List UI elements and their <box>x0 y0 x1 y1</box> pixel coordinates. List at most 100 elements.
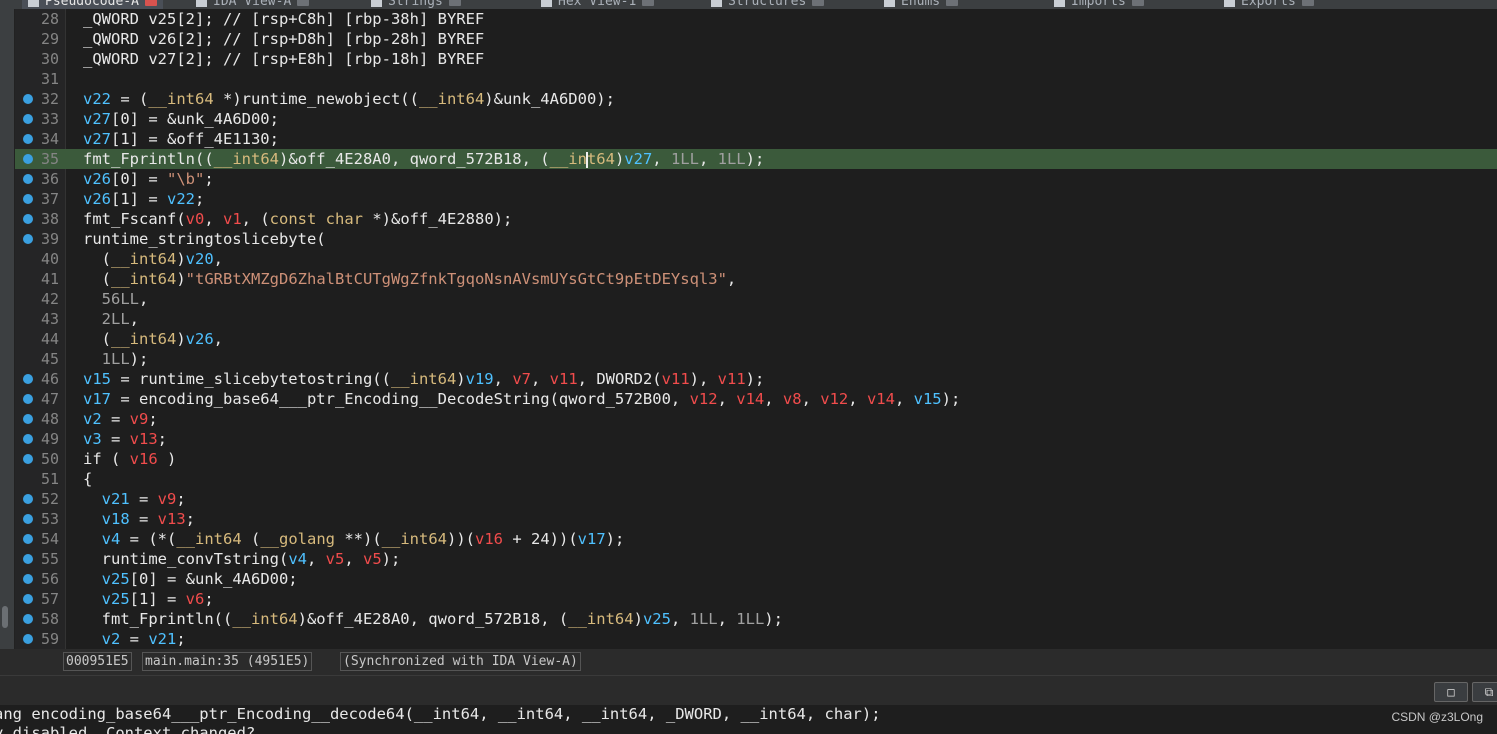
breakpoint-dot-icon[interactable] <box>23 634 33 644</box>
code-line[interactable]: 37 v26[1] = v22; <box>15 189 1497 209</box>
code-line[interactable]: 30 _QWORD v27[2]; // [rsp+E8h] [rbp-18h] … <box>15 49 1497 69</box>
close-icon[interactable] <box>812 0 825 6</box>
graph-icon <box>196 0 207 7</box>
breakpoint-dot-icon[interactable] <box>23 114 33 124</box>
code-text: 56LL, <box>101 290 149 308</box>
tab-label: Exports <box>1241 0 1296 9</box>
code-line[interactable]: 53 v18 = v13; <box>15 509 1497 529</box>
code-line[interactable]: 54 v4 = (*(__int64 (__golang **)(__int64… <box>15 529 1497 549</box>
close-icon[interactable] <box>144 0 157 6</box>
code-line[interactable]: 43 2LL, <box>15 309 1497 329</box>
breakpoint-dot-icon[interactable] <box>23 394 33 404</box>
line-number: 38 <box>40 210 59 228</box>
tab-enums[interactable]: Enums <box>878 0 964 9</box>
breakpoint-dot-icon[interactable] <box>23 554 33 564</box>
code-text: { <box>83 470 93 488</box>
code-text: v2 = v21; <box>101 630 186 648</box>
line-number: 54 <box>40 530 59 548</box>
code-text: fmt_Fscanf(v0, v1, (const char *)&off_4E… <box>83 210 513 228</box>
structures-icon <box>711 0 722 7</box>
code-line[interactable]: 32 v22 = (__int64 *)runtime_newobject((__… <box>15 89 1497 109</box>
restore-icon: ⧉ <box>1484 685 1494 699</box>
breakpoint-dot-icon[interactable] <box>23 174 33 184</box>
line-number: 48 <box>40 410 59 428</box>
breakpoint-dot-icon[interactable] <box>23 134 33 144</box>
code-text: fmt_Fprintln((__int64)&off_4E28A0, qword… <box>83 610 783 628</box>
breakpoint-dot-icon[interactable] <box>23 214 33 224</box>
watermark: CSDN @z3LOng <box>1391 710 1483 724</box>
code-line[interactable]: 59 v2 = v21; <box>15 629 1497 649</box>
code-line[interactable]: 51 { <box>15 469 1497 489</box>
breakpoint-dot-icon[interactable] <box>23 194 33 204</box>
code-line[interactable]: 48 v2 = v9; <box>15 409 1497 429</box>
address-box: 000951E5 <box>63 652 132 671</box>
code-line[interactable]: 31 <box>15 69 1497 89</box>
code-line[interactable]: 41 (__int64)"tGRBtXMZgD6ZhalBtCUTgWgZfnk… <box>15 269 1497 289</box>
tab-exports[interactable]: Exports <box>1218 0 1320 9</box>
code-line[interactable]: 47 v17 = encoding_base64___ptr_Encoding__… <box>15 389 1497 409</box>
tab-hex-view[interactable]: Hex View-1 <box>535 0 660 9</box>
code-line[interactable]: 55 runtime_convTstring(v4, v5, v5); <box>15 549 1497 569</box>
breakpoint-dot-icon[interactable] <box>23 94 33 104</box>
tab-strings[interactable]: Strings <box>365 0 467 9</box>
maximize-button[interactable]: □ <box>1434 682 1468 702</box>
close-icon[interactable] <box>1131 0 1144 6</box>
code-line[interactable]: 28 _QWORD v25[2]; // [rsp+C8h] [rbp-38h] … <box>15 9 1497 29</box>
code-line[interactable]: 49 v3 = v13; <box>15 429 1497 449</box>
code-line[interactable]: 34 v27[1] = &off_4E1130; <box>15 129 1497 149</box>
code-line[interactable]: 44 (__int64)v26, <box>15 329 1497 349</box>
breakpoint-dot-icon[interactable] <box>23 234 33 244</box>
code-line[interactable]: 50 if ( v16 ) <box>15 449 1497 469</box>
tab-label: Imports <box>1071 0 1126 9</box>
breakpoint-dot-icon[interactable] <box>23 594 33 604</box>
code-line[interactable]: 52 v21 = v9; <box>15 489 1497 509</box>
breakpoint-dot-icon[interactable] <box>23 414 33 424</box>
line-number: 34 <box>40 130 59 148</box>
breakpoint-dot-icon[interactable] <box>23 374 33 384</box>
line-number: 49 <box>40 430 59 448</box>
close-icon[interactable] <box>1301 0 1314 6</box>
breakpoint-dot-icon[interactable] <box>23 154 33 164</box>
tab-imports[interactable]: Imports <box>1048 0 1150 9</box>
output-window[interactable]: ang encoding_base64___ptr_Encoding__deco… <box>0 705 1497 734</box>
breakpoint-dot-icon[interactable] <box>23 454 33 464</box>
panel-splitter-handle[interactable] <box>2 606 8 628</box>
restore-button[interactable]: ⧉ <box>1472 682 1497 702</box>
code-line[interactable]: 45 1LL); <box>15 349 1497 369</box>
breakpoint-dot-icon[interactable] <box>23 514 33 524</box>
code-text: v2 = v9; <box>83 410 158 428</box>
code-line[interactable]: 57 v25[1] = v6; <box>15 589 1497 609</box>
code-line[interactable]: 40 (__int64)v20, <box>15 249 1497 269</box>
close-icon[interactable] <box>297 0 310 6</box>
code-line[interactable]: 56 v25[0] = &unk_4A6D00; <box>15 569 1497 589</box>
close-icon[interactable] <box>448 0 461 6</box>
line-number: 41 <box>40 270 59 288</box>
code-line[interactable]: 39 runtime_stringtoslicebyte( <box>15 229 1497 249</box>
code-line[interactable]: 42 56LL, <box>15 289 1497 309</box>
code-text: v27[0] = &unk_4A6D00; <box>83 110 279 128</box>
breakpoint-dot-icon[interactable] <box>23 614 33 624</box>
line-number: 47 <box>40 390 59 408</box>
breakpoint-dot-icon[interactable] <box>23 574 33 584</box>
pseudocode-editor[interactable]: 28 _QWORD v25[2]; // [rsp+C8h] [rbp-38h] … <box>15 9 1497 649</box>
code-line[interactable]: 58 fmt_Fprintln((__int64)&off_4E28A0, qw… <box>15 609 1497 629</box>
code-line[interactable]: 29 _QWORD v26[2]; // [rsp+D8h] [rbp-28h] … <box>15 29 1497 49</box>
breakpoint-dot-icon[interactable] <box>23 434 33 444</box>
tab-ida-view-a[interactable]: IDA View-A <box>190 0 315 9</box>
code-line[interactable]: 35 fmt_Fprintln((__int64)&off_4E28A0, qwo… <box>15 149 1497 169</box>
line-number: 53 <box>40 510 59 528</box>
close-icon[interactable] <box>642 0 655 6</box>
tab-structures[interactable]: Structures <box>705 0 830 9</box>
line-number: 50 <box>40 450 59 468</box>
code-line[interactable]: 36 v26[0] = "\b"; <box>15 169 1497 189</box>
close-icon[interactable] <box>946 0 959 6</box>
breakpoint-dot-icon[interactable] <box>23 534 33 544</box>
code-text: v26[1] = v22; <box>83 190 205 208</box>
code-line[interactable]: 38 fmt_Fscanf(v0, v1, (const char *)&off_… <box>15 209 1497 229</box>
code-line[interactable]: 33 v27[0] = &unk_4A6D00; <box>15 109 1497 129</box>
tab-pseudocode-a[interactable]: Pseudocode-A <box>22 0 163 9</box>
breakpoint-dot-icon[interactable] <box>23 494 33 504</box>
code-text: v17 = encoding_base64___ptr_Encoding__De… <box>83 390 961 408</box>
code-line[interactable]: 46 v15 = runtime_slicebytetostring((__int… <box>15 369 1497 389</box>
pseudocode-icon <box>28 0 39 7</box>
